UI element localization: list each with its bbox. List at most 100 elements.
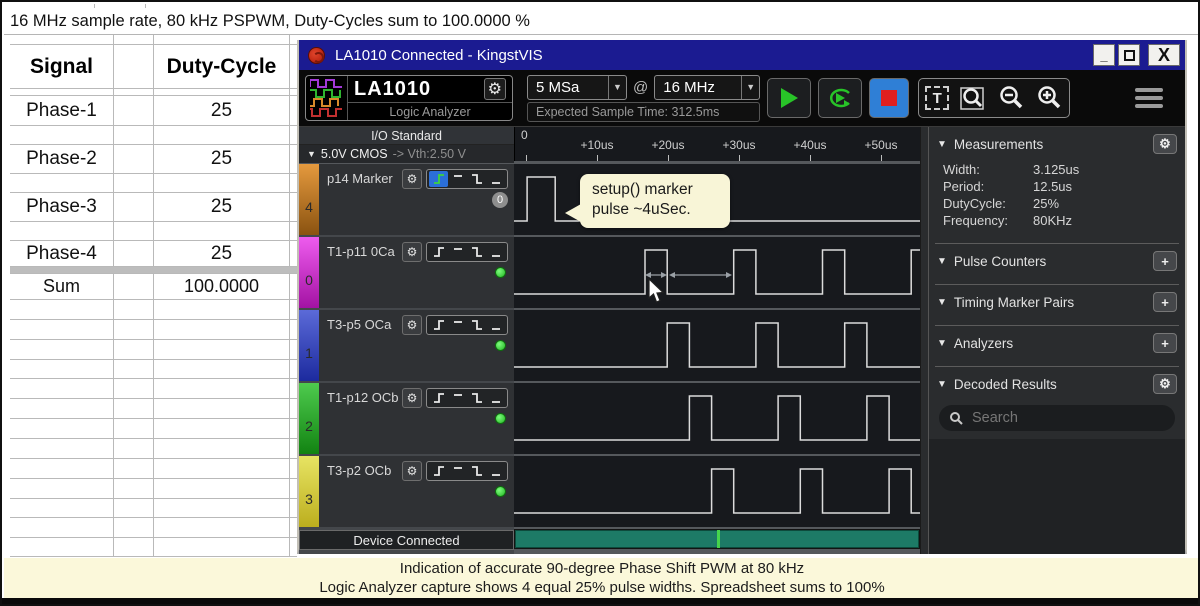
search-input[interactable] [970, 409, 1150, 427]
signal-cell[interactable]: Phase-3 [10, 193, 114, 221]
high-level-trigger-icon[interactable] [448, 244, 467, 260]
sheet-empty-row[interactable] [10, 360, 297, 379]
pulse-counters-header[interactable]: ▼ Pulse Counters + [929, 244, 1185, 278]
sheet-data-row[interactable]: Phase-1 25 [10, 96, 297, 126]
falling-edge-trigger-icon[interactable] [467, 171, 486, 187]
signal-cell[interactable]: Phase-4 [10, 241, 114, 266]
channel-gear-icon[interactable]: ⚙ [402, 461, 422, 481]
duty-cell[interactable]: 25 [154, 145, 290, 173]
low-level-trigger-icon[interactable] [486, 244, 505, 260]
high-level-trigger-icon[interactable] [448, 317, 467, 333]
decoded-results-header[interactable]: ▼ Decoded Results ⚙ [929, 367, 1185, 401]
channel-row-p14-marker[interactable]: 4 p14 Marker ⚙ 0 [299, 164, 514, 235]
timing-marker-pairs-header[interactable]: ▼ Timing Marker Pairs + [929, 285, 1185, 319]
sheet-empty-row[interactable] [10, 439, 297, 459]
channel-color-strip[interactable]: 4 [299, 164, 319, 235]
sheet-empty-row[interactable] [10, 538, 297, 557]
sheet-empty-row[interactable] [10, 126, 297, 145]
rate-dropdown[interactable]: 16 MHz ▼ [654, 75, 760, 100]
channel-row-t1-p12[interactable]: 2 T1-p12 OCb ⚙ [299, 383, 514, 454]
samples-dropdown[interactable]: 5 MSa ▼ [527, 75, 627, 100]
signal-cell[interactable]: Phase-2 [10, 145, 114, 173]
timeline[interactable]: 0+10us+20us+30us+40us+50us [514, 127, 920, 161]
rising-edge-trigger-icon[interactable] [429, 171, 448, 187]
sheet-empty-row[interactable] [10, 399, 297, 419]
measurements-gear-icon[interactable]: ⚙ [1153, 134, 1177, 154]
add-analyzer-button[interactable]: + [1153, 333, 1177, 353]
maximize-button[interactable] [1118, 44, 1140, 66]
sheet-empty-row[interactable] [10, 320, 297, 340]
sheet-data-row[interactable]: Phase-3 25 [10, 193, 297, 222]
signal-header-cell[interactable]: Signal [10, 45, 114, 88]
channel-row-t1-p11[interactable]: 0 T1-p11 0Ca ⚙ [299, 237, 514, 308]
high-level-trigger-icon[interactable] [448, 171, 467, 187]
channel-gear-icon[interactable]: ⚙ [402, 388, 422, 408]
high-level-trigger-icon[interactable] [448, 390, 467, 406]
zoom-out-icon[interactable] [997, 84, 1025, 112]
low-level-trigger-icon[interactable] [486, 390, 505, 406]
low-level-trigger-icon[interactable] [486, 171, 505, 187]
channel-gear-icon[interactable]: ⚙ [402, 169, 422, 189]
duty-cell[interactable]: 25 [154, 96, 290, 125]
text-marker-tool-icon[interactable]: T [925, 86, 949, 110]
measurements-header[interactable]: ▼ Measurements ⚙ [929, 127, 1185, 161]
minimize-button[interactable]: _ [1093, 44, 1115, 66]
zoom-region-icon[interactable] [959, 84, 987, 112]
channel-gear-icon[interactable]: ⚙ [402, 242, 422, 262]
waveform-row-t1-p11[interactable] [514, 237, 920, 308]
sheet-empty-row[interactable] [10, 89, 297, 96]
io-standard-header[interactable]: I/O Standard [299, 127, 514, 145]
menu-button[interactable] [1135, 88, 1163, 108]
channel-color-strip[interactable]: 3 [299, 456, 319, 527]
sheet-empty-row[interactable] [10, 499, 297, 518]
sum-label-cell[interactable]: Sum [10, 274, 114, 299]
waveform-area[interactable]: 0+10us+20us+30us+40us+50us [514, 127, 920, 554]
rising-edge-trigger-icon[interactable] [429, 390, 448, 406]
high-level-trigger-icon[interactable] [448, 463, 467, 479]
channel-row-t3-p2[interactable]: 3 T3-p2 OCb ⚙ [299, 456, 514, 527]
channel-color-strip[interactable]: 1 [299, 310, 319, 381]
decoded-results-gear-icon[interactable]: ⚙ [1153, 374, 1177, 394]
duty-cell[interactable]: 25 [154, 241, 290, 266]
sheet-empty-row[interactable] [10, 518, 297, 538]
channel-color-strip[interactable]: 2 [299, 383, 319, 454]
sheet-header-row[interactable]: Signal Duty-Cycle [10, 45, 297, 89]
zoom-in-icon[interactable] [1035, 84, 1063, 112]
capture-overview-bar[interactable] [514, 529, 920, 549]
waveform-row-t3-p2[interactable] [514, 456, 920, 527]
sheet-empty-row[interactable] [10, 174, 297, 193]
signal-cell[interactable]: Phase-1 [10, 96, 114, 125]
sheet-empty-row[interactable] [10, 340, 297, 360]
channel-row-t3-p5[interactable]: 1 T3-p5 OCa ⚙ [299, 310, 514, 381]
run-button[interactable] [767, 78, 811, 118]
overview-position-marker[interactable] [717, 530, 720, 548]
duty-header-cell[interactable]: Duty-Cycle [154, 45, 290, 88]
waveform-vertical-scrollbar[interactable] [920, 127, 928, 554]
device-settings-gear-icon[interactable]: ⚙ [484, 78, 506, 100]
stop-button[interactable] [869, 78, 909, 118]
add-pulse-counter-button[interactable]: + [1153, 251, 1177, 271]
waveform-row-t3-p5[interactable] [514, 310, 920, 381]
falling-edge-trigger-icon[interactable] [467, 317, 486, 333]
channel-color-strip[interactable]: 0 [299, 237, 319, 308]
device-box[interactable]: LA1010 ⚙ Logic Analyzer [305, 75, 513, 121]
sum-value-cell[interactable]: 100.0000 [154, 274, 290, 299]
add-timing-marker-button[interactable]: + [1153, 292, 1177, 312]
channel-gear-icon[interactable]: ⚙ [402, 315, 422, 335]
rising-edge-trigger-icon[interactable] [429, 463, 448, 479]
sheet-empty-row[interactable] [10, 419, 297, 439]
sheet-empty-row[interactable] [10, 479, 297, 499]
loop-run-button[interactable] [818, 78, 862, 118]
decoded-results-search[interactable] [939, 405, 1175, 431]
sheet-data-row[interactable]: Phase-2 25 [10, 145, 297, 174]
waveform-row-t1-p12[interactable] [514, 383, 920, 454]
falling-edge-trigger-icon[interactable] [467, 463, 486, 479]
analyzers-header[interactable]: ▼ Analyzers + [929, 326, 1185, 360]
sheet-empty-row[interactable] [10, 35, 297, 45]
voltage-threshold-row[interactable]: ▼ 5.0V CMOS -> Vth:2.50 V [299, 145, 514, 164]
window-titlebar[interactable]: LA1010 Connected - KingstVIS _ X [299, 40, 1185, 70]
sheet-empty-row[interactable] [10, 379, 297, 399]
sheet-empty-row[interactable] [10, 222, 297, 241]
low-level-trigger-icon[interactable] [486, 463, 505, 479]
duty-cell[interactable]: 25 [154, 193, 290, 221]
